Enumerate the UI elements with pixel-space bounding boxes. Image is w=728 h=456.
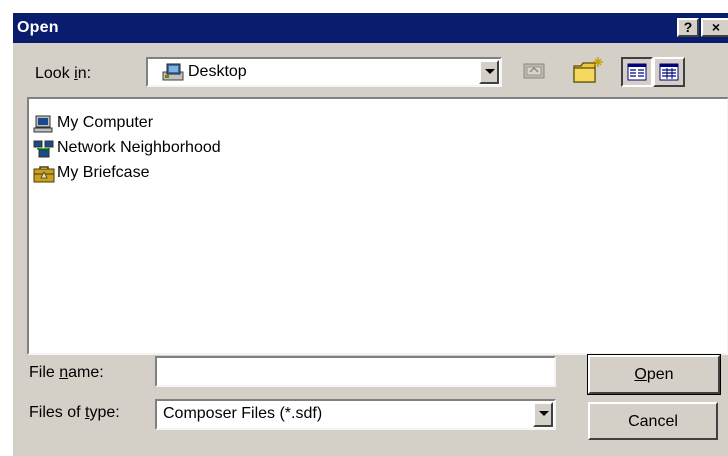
create-new-folder-button[interactable]: [569, 55, 605, 87]
list-item-my-computer[interactable]: My Computer: [33, 113, 233, 135]
create-new-folder-icon: [573, 57, 603, 83]
list-view-icon: [627, 63, 647, 81]
file-type-dropdown-arrow[interactable]: [533, 402, 553, 427]
list-item-network-neighborhood[interactable]: Network Neighborhood: [33, 138, 273, 160]
details-view-button[interactable]: [653, 57, 685, 87]
title-bar: Open ? ×: [13, 13, 728, 43]
my-computer-icon: [33, 115, 53, 133]
look-in-dropdown-arrow[interactable]: [479, 60, 499, 84]
dialog-title: Open: [17, 19, 59, 36]
close-button[interactable]: ×: [701, 18, 728, 37]
network-neighborhood-icon: [33, 140, 54, 158]
help-icon: ?: [683, 19, 693, 35]
look-in-value: Desktop: [188, 63, 247, 80]
file-list[interactable]: My Computer Network Neighborhood My Brie…: [27, 97, 728, 355]
file-type-label: Files of type:: [29, 404, 120, 421]
close-icon: ×: [711, 19, 721, 35]
open-dialog: Open ? × Look in: Desktop My Computer Ne…: [12, 12, 728, 456]
up-one-level-button[interactable]: [519, 57, 549, 85]
list-item-my-briefcase[interactable]: My Briefcase: [33, 163, 213, 185]
list-item-label: Network Neighborhood: [57, 139, 221, 156]
briefcase-icon: [33, 166, 55, 183]
up-one-level-icon: [523, 63, 545, 79]
open-button-label: Open: [634, 366, 674, 383]
list-view-button[interactable]: [621, 57, 653, 87]
look-in-dropdown[interactable]: Desktop: [146, 57, 502, 87]
cancel-button-label: Cancel: [628, 413, 678, 430]
desktop-icon: [162, 63, 184, 81]
file-type-dropdown[interactable]: Composer Files (*.sdf): [155, 399, 556, 430]
details-view-icon: [659, 63, 679, 81]
file-name-input[interactable]: [155, 356, 556, 387]
help-button[interactable]: ?: [677, 18, 699, 37]
file-type-value: Composer Files (*.sdf): [163, 405, 323, 422]
list-item-label: My Briefcase: [57, 164, 150, 181]
open-button[interactable]: Open: [587, 354, 721, 395]
look-in-label: Look in:: [35, 65, 92, 82]
cancel-button[interactable]: Cancel: [588, 402, 718, 440]
file-name-label: File name:: [29, 364, 104, 381]
list-item-label: My Computer: [57, 114, 154, 131]
